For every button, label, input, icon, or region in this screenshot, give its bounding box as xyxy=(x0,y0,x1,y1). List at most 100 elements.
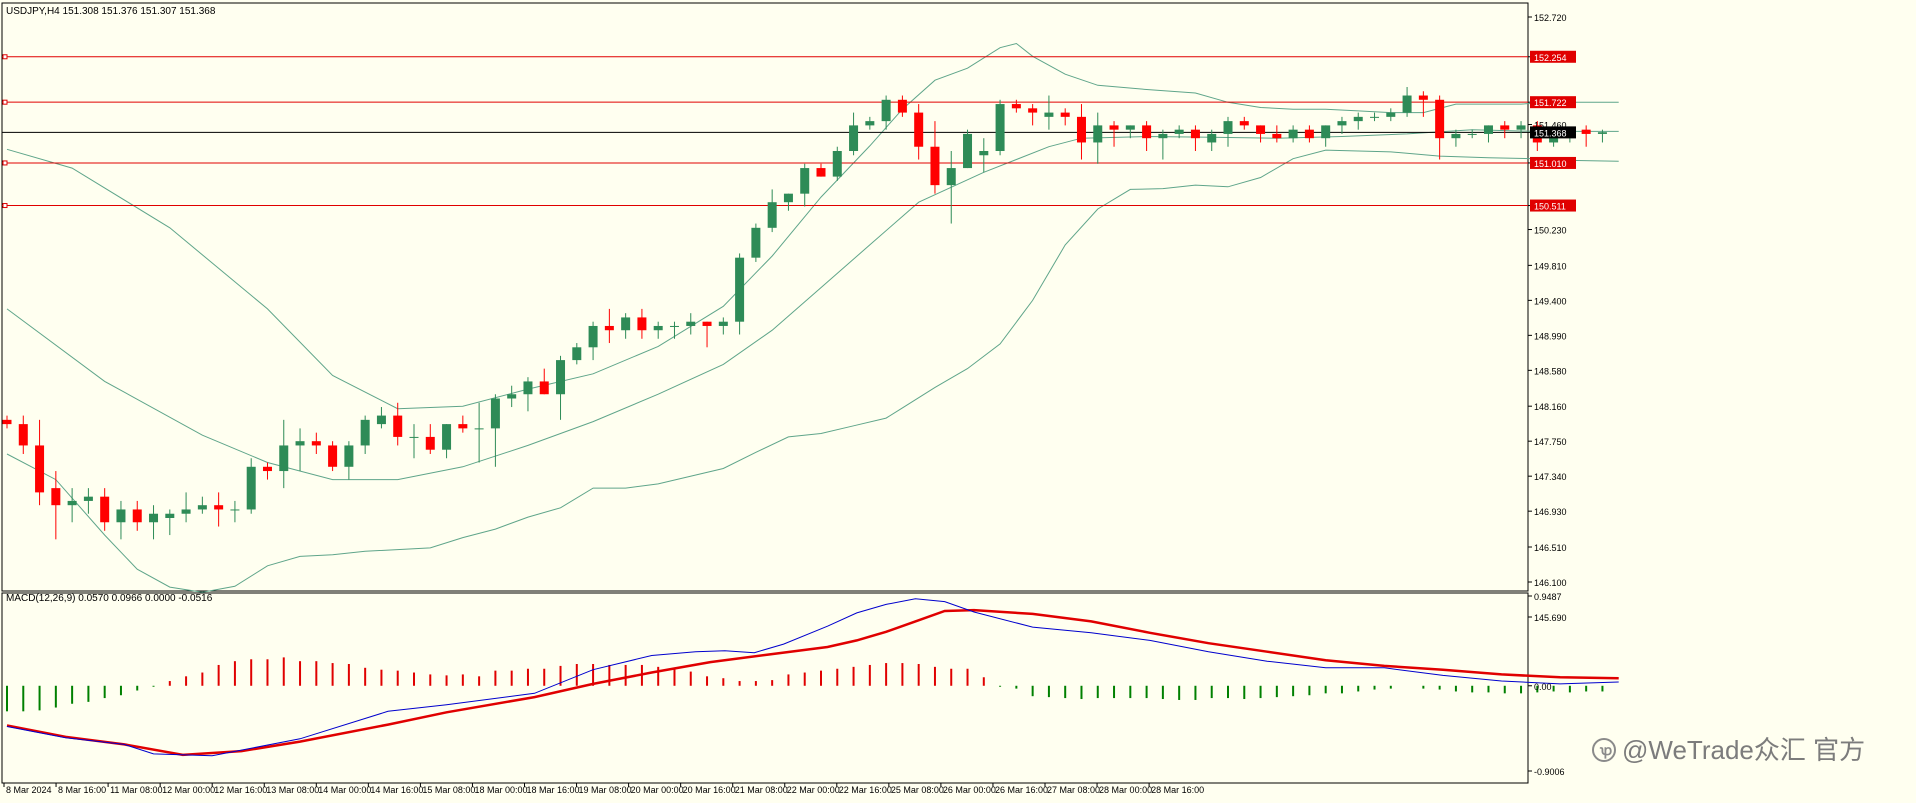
price-label: 150.230 xyxy=(1534,226,1567,236)
candle-body xyxy=(490,398,500,429)
candle-body xyxy=(18,424,28,446)
price-label: 151.010 xyxy=(1534,159,1567,169)
candle-body xyxy=(1207,133,1217,143)
time-label: 22 Mar 00:00 xyxy=(787,785,840,795)
candle xyxy=(963,129,973,169)
candle-body xyxy=(930,146,940,186)
candle-body xyxy=(653,325,663,331)
candle-body xyxy=(1500,125,1510,130)
candle-body xyxy=(1223,121,1233,134)
price-label: 146.930 xyxy=(1534,507,1567,517)
candle-body xyxy=(328,445,338,467)
candle-body xyxy=(100,496,110,523)
macd-axis-label: 0.9487 xyxy=(1534,592,1562,602)
candle-body xyxy=(1288,129,1298,139)
candle-body xyxy=(572,347,582,361)
time-label: 12 Mar 00:00 xyxy=(162,785,215,795)
candle-body xyxy=(165,513,175,518)
candle-body xyxy=(442,424,452,450)
time-label: 12 Mar 16:00 xyxy=(214,785,267,795)
candle-body xyxy=(1483,125,1493,134)
candle-body xyxy=(1256,125,1266,134)
candle-body xyxy=(800,168,810,194)
candle-body xyxy=(1516,125,1526,130)
candle-body xyxy=(425,436,435,450)
candle-body xyxy=(946,168,956,186)
time-label: 22 Mar 16:00 xyxy=(839,785,892,795)
candle-body xyxy=(735,257,745,322)
price-label: 146.100 xyxy=(1534,578,1567,588)
candle xyxy=(328,441,338,472)
time-label: 21 Mar 08:00 xyxy=(735,785,788,795)
price-label: 147.340 xyxy=(1534,472,1567,482)
candle-body xyxy=(865,121,875,126)
candle-body xyxy=(360,419,370,446)
candle-body xyxy=(295,441,305,446)
candle-body xyxy=(393,415,403,437)
candle-body xyxy=(214,505,224,510)
candle-body xyxy=(197,505,207,510)
price-label: 152.254 xyxy=(1534,53,1567,63)
time-label: 20 Mar 00:00 xyxy=(631,785,684,795)
chart-svg: 152.720152.254151.722151.460151.368151.0… xyxy=(0,0,1916,798)
chart-area: 152.720 152.254 151.722 151.460 151.368 151.0… xyxy=(0,0,1916,798)
candle-body xyxy=(816,168,826,177)
candle-body xyxy=(897,99,907,113)
time-label: 11 Mar 08:00 xyxy=(110,785,162,795)
candle-body xyxy=(1011,104,1021,109)
candle-body xyxy=(1158,133,1168,139)
candle-body xyxy=(539,381,549,395)
candle-body xyxy=(149,513,159,523)
candle-body xyxy=(181,509,191,514)
price-label: 149.810 xyxy=(1534,261,1567,271)
price-label: 151.368 xyxy=(1534,128,1567,138)
time-label: 27 Mar 08:00 xyxy=(1047,785,1100,795)
candle xyxy=(832,146,842,181)
candle-body xyxy=(344,445,354,467)
candle-body xyxy=(556,360,566,395)
price-label: 149.400 xyxy=(1534,296,1567,306)
candle-body xyxy=(1109,125,1119,130)
candle-body xyxy=(51,488,61,506)
candle-body xyxy=(914,112,924,147)
macd-axis-label: -0.9006 xyxy=(1534,767,1565,777)
price-label: 147.750 xyxy=(1534,437,1567,447)
level-anchor-3 xyxy=(2,160,8,166)
candle-body xyxy=(1142,125,1152,139)
candle-body xyxy=(507,394,517,399)
watermark: ꝕ @WeTrade众汇 官方 xyxy=(1592,735,1865,765)
candle xyxy=(751,223,761,262)
candle-body xyxy=(279,445,289,472)
candle-body xyxy=(881,99,891,122)
price-label: 145.690 xyxy=(1534,613,1567,623)
price-label: 148.580 xyxy=(1534,366,1567,376)
time-label: 25 Mar 08:00 xyxy=(891,785,944,795)
candle-body xyxy=(588,325,598,348)
candle-body xyxy=(963,133,973,169)
candle-body xyxy=(1418,95,1428,100)
candle-body xyxy=(458,424,468,429)
candle-body xyxy=(1435,99,1445,139)
candle-body xyxy=(1028,108,1038,113)
candle-body xyxy=(2,419,12,425)
candle-body xyxy=(832,150,842,177)
price-info-header: USDJPY,H4 151.308 151.376 151.307 151.36… xyxy=(6,6,216,17)
price-label: 148.160 xyxy=(1534,402,1567,412)
time-axis[interactable]: 8 Mar 2024 8 Mar 16:00 11 Mar 08:00 12 Mar … xyxy=(3,783,1204,795)
candle-body xyxy=(979,150,989,156)
time-label: 26 Mar 16:00 xyxy=(995,785,1048,795)
chart-background xyxy=(0,0,1916,798)
candle-body xyxy=(1597,132,1607,134)
time-label: 14 Mar 00:00 xyxy=(318,785,371,795)
time-label: 18 Mar 00:00 xyxy=(474,785,527,795)
watermark-logo-glyph: ꝕ xyxy=(1599,742,1612,759)
candle-body xyxy=(995,104,1005,151)
candle-body xyxy=(1174,129,1184,134)
time-label: 28 Mar 00:00 xyxy=(1099,785,1152,795)
candle-body xyxy=(849,125,859,151)
candle-body xyxy=(246,466,256,510)
candle-body xyxy=(1321,125,1331,139)
candle-body xyxy=(1190,129,1200,139)
candle-body xyxy=(1337,121,1347,126)
candle-body xyxy=(1272,133,1282,139)
